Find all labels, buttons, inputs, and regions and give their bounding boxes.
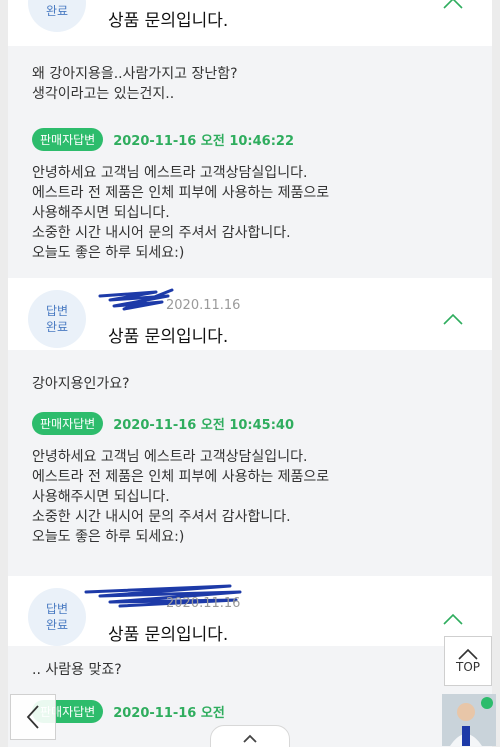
qa-item-header[interactable]: 답변 완료 상품 문의입니다. (8, 0, 492, 46)
badge-line2: 완료 (45, 4, 69, 18)
badge-line2: 완료 (45, 618, 69, 632)
redaction-scribble (98, 288, 174, 311)
qa-item-header[interactable]: 답변 완료 2020.11.16 상품 문의입니다. (8, 278, 492, 350)
question-title: 상품 문의입니다. (108, 327, 229, 347)
qa-item-body: 강아지용인가요? 판매자답변 2020-11-16 오전 10:45:40 안녕… (8, 350, 492, 576)
back-button[interactable] (10, 694, 56, 740)
answer-header: 판매자답변 2020-11-16 오전 10:45:40 (32, 412, 468, 435)
chevron-left-icon (26, 705, 39, 729)
scroll-top-button[interactable]: TOP (444, 636, 492, 686)
answer-date: 2020-11-16 오전 (113, 706, 225, 721)
qa-list: 답변 완료 상품 문의입니다. 왜 강아지용을..사람가지고 장난함? 생각이라… (8, 0, 492, 747)
question-text: 왜 강아지용을..사람가지고 장난함? 생각이라고는 있는건지.. (32, 66, 238, 102)
answer-header: 판매자답변 2020-11-16 오전 (32, 700, 468, 723)
question-text: .. 사람용 맞죠? (32, 662, 122, 678)
answer-complete-badge: 답변 완료 (28, 588, 86, 646)
answer-date: 2020-11-16 오전 10:46:22 (113, 134, 294, 149)
top-label: TOP (455, 660, 480, 674)
seller-answer-badge: 판매자답변 (32, 128, 104, 151)
chevron-up-icon[interactable] (442, 0, 464, 10)
seller-answer-badge: 판매자답변 (32, 412, 104, 435)
answer-header: 판매자답변 2020-11-16 오전 10:46:22 (32, 128, 468, 151)
collapse-handle[interactable] (210, 725, 290, 747)
badge-line1: 답변 (45, 602, 69, 616)
chevron-up-icon[interactable] (442, 312, 464, 326)
answer-text: 안녕하세요 고객님 에스트라 고객상담실입니다. 에스트라 전 제품은 인체 피… (32, 449, 330, 545)
author-date: 2020.11.16 (166, 596, 241, 611)
question-title: 상품 문의입니다. (108, 625, 229, 645)
badge-line1: 답변 (45, 304, 69, 318)
qa-item-body: 왜 강아지용을..사람가지고 장난함? 생각이라고는 있는건지.. 판매자답변 … (8, 46, 492, 278)
author-date: 2020.11.16 (166, 298, 241, 313)
chat-avatar[interactable] (442, 694, 496, 746)
answer-complete-badge: 답변 완료 (28, 290, 86, 348)
chevron-up-icon[interactable] (442, 612, 464, 626)
question-title: 상품 문의입니다. (108, 11, 229, 31)
chevron-up-icon (458, 648, 478, 660)
person-avatar-icon (442, 694, 496, 746)
chevron-up-icon (243, 734, 257, 743)
qa-item-header[interactable]: 답변 완료 2020.11.16 상품 문의입니다. (8, 576, 492, 646)
answer-text: 안녕하세요 고객님 에스트라 고객상담실입니다. 에스트라 전 제품은 인체 피… (32, 165, 330, 261)
badge-line2: 완료 (45, 320, 69, 334)
question-text: 강아지용인가요? (32, 376, 130, 392)
answer-date: 2020-11-16 오전 10:45:40 (113, 418, 294, 433)
answer-complete-badge: 답변 완료 (28, 0, 86, 32)
